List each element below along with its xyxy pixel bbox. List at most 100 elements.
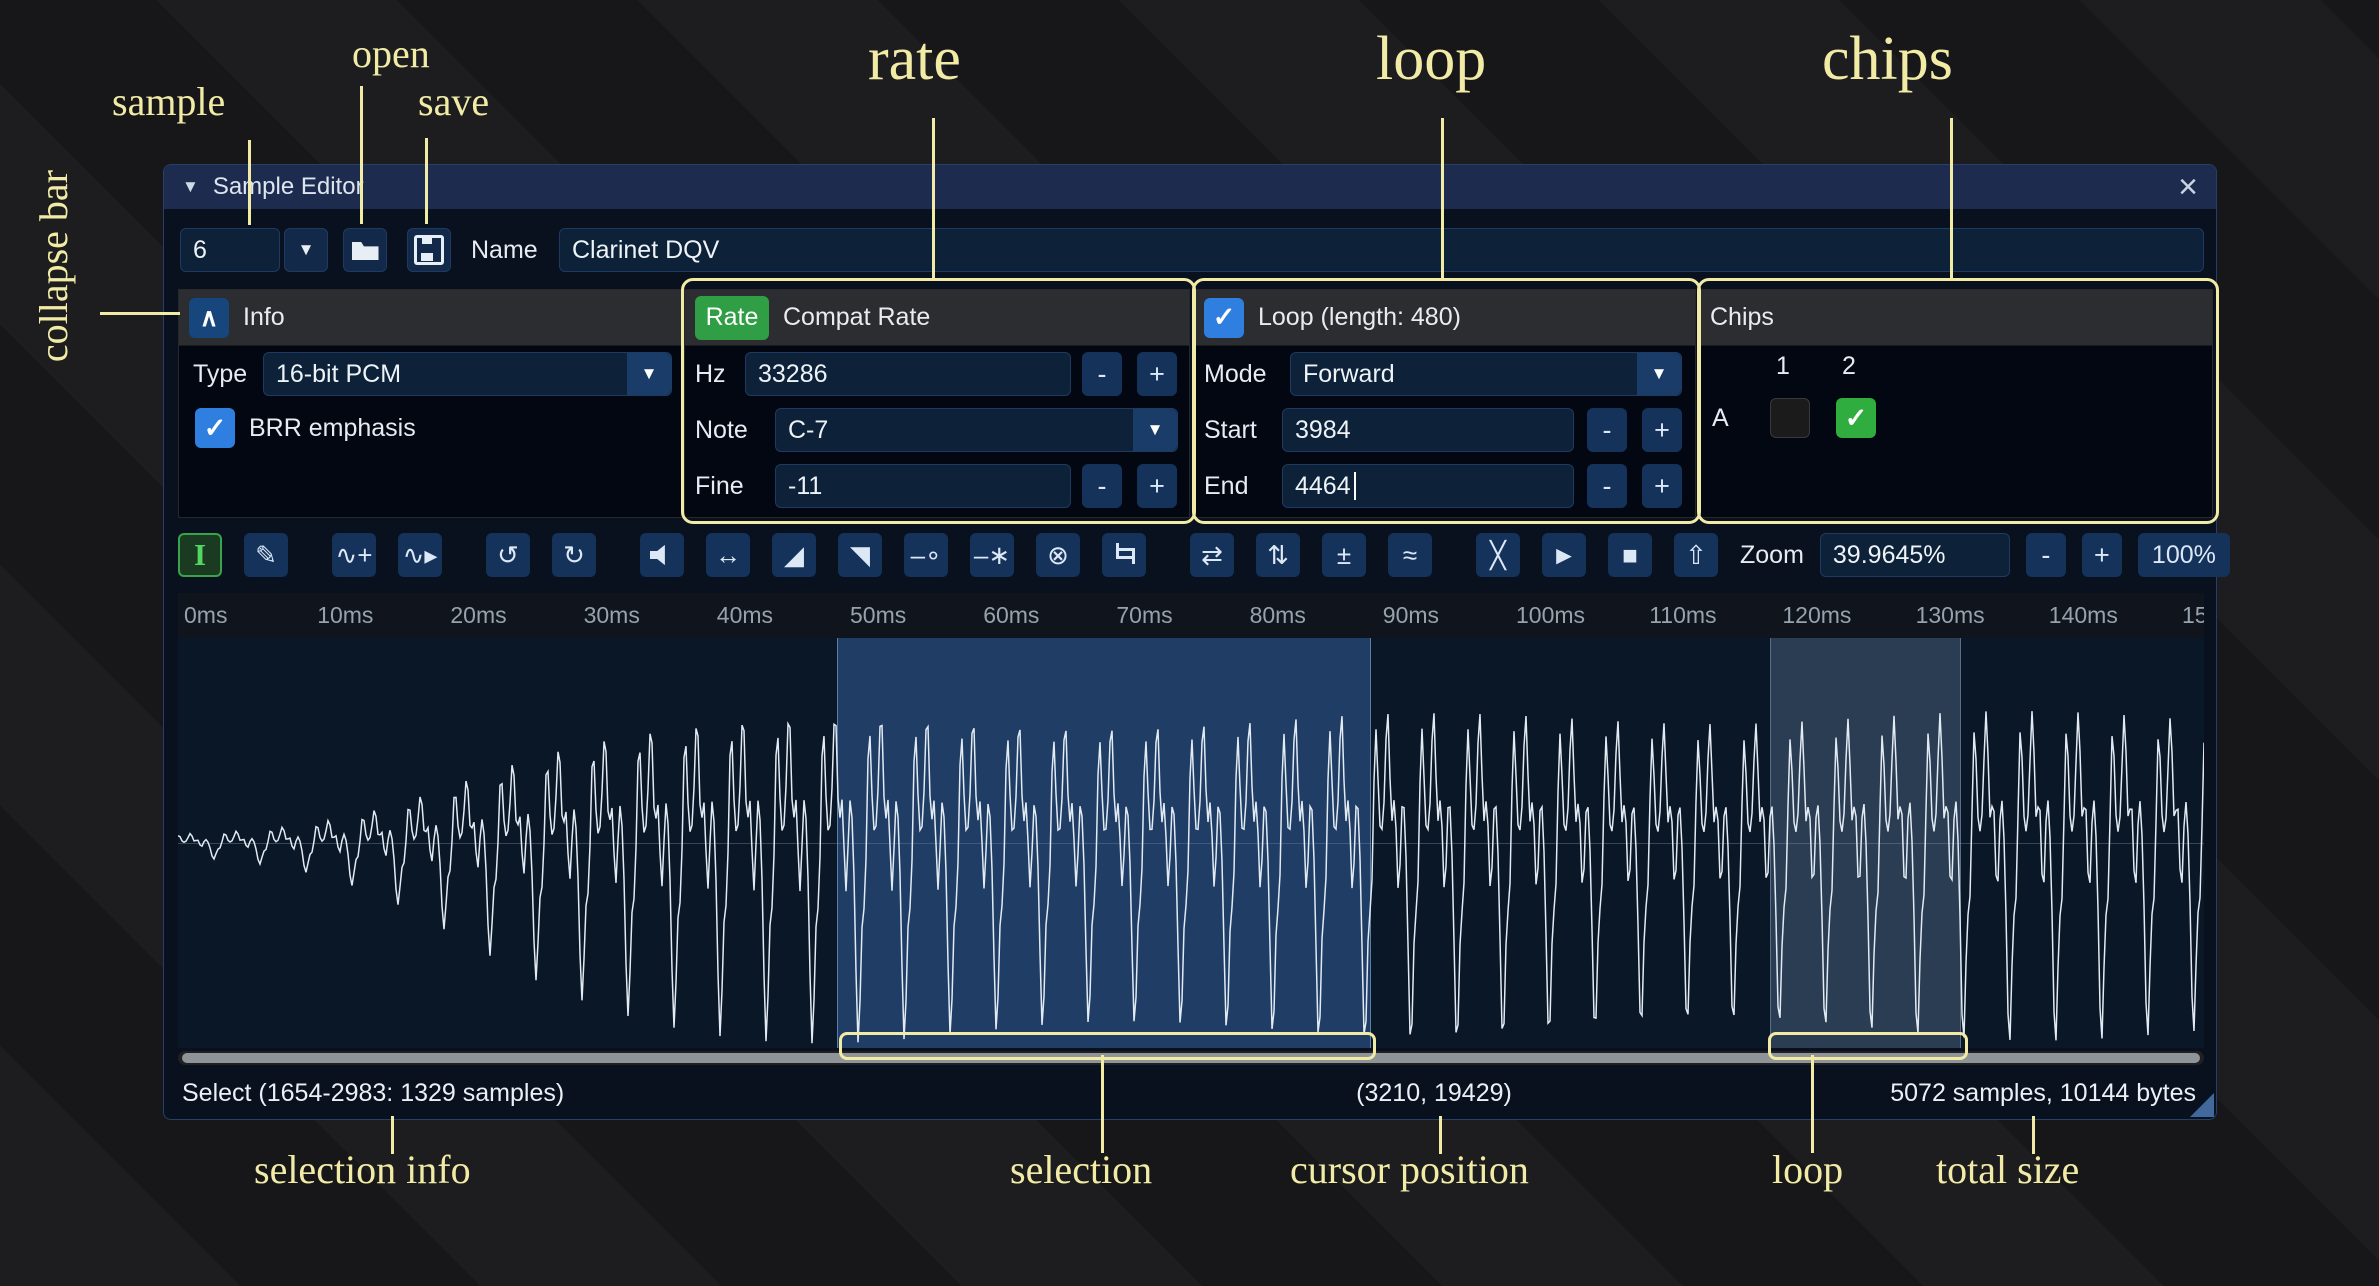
zoom-input[interactable]: 39.9645%	[1820, 533, 2010, 577]
resize-button[interactable]: ∿+	[332, 533, 376, 577]
hz-plus-button[interactable]: +	[1137, 352, 1177, 396]
text-caret	[1354, 472, 1356, 500]
delete-button[interactable]: ⊗	[1036, 533, 1080, 577]
timeline-label: 100ms	[1516, 602, 1585, 629]
chip-column-1-label: 1	[1776, 348, 1790, 384]
preview-button[interactable]: ►	[1542, 533, 1586, 577]
undo-button[interactable]: ↺	[486, 533, 530, 577]
fade-out-icon: ◥	[850, 540, 870, 571]
callout-line-sample	[248, 140, 251, 225]
upload-button[interactable]: ⇧	[1674, 533, 1718, 577]
chevron-down-icon[interactable]: ▼	[1133, 409, 1177, 451]
timeline-label: 130ms	[1916, 602, 1985, 629]
chip-a1-checkbox[interactable]	[1770, 398, 1810, 438]
sample-number-dropdown-button[interactable]: ▼	[284, 228, 328, 272]
fade-in-button[interactable]: ◢	[772, 533, 816, 577]
callout-line-selection	[1101, 1055, 1104, 1153]
select-mode-button[interactable]: I	[178, 533, 222, 577]
delete-x-icon: ⊗	[1047, 540, 1069, 571]
start-plus-button[interactable]: +	[1642, 408, 1682, 452]
timeline-label: 60ms	[983, 602, 1039, 629]
resample-button[interactable]: ∿▸	[398, 533, 442, 577]
annotation-collapse-bar: collapse bar	[30, 170, 77, 362]
total-size-text: 5072 samples, 10144 bytes	[1890, 1079, 2196, 1108]
sign-button[interactable]: ±	[1322, 533, 1366, 577]
cross-icon: ╳	[1490, 540, 1506, 571]
invert-button[interactable]: ⇅	[1256, 533, 1300, 577]
chip-a2-checkbox[interactable]: ✓	[1836, 398, 1876, 438]
loop-mode-dropdown[interactable]: Forward ▼	[1290, 352, 1682, 396]
brr-emphasis-checkbox[interactable]: ✓	[195, 408, 235, 448]
crossfade-button[interactable]: ╳	[1476, 533, 1520, 577]
chip-column-2-label: 2	[1842, 348, 1856, 384]
window-collapse-icon[interactable]: ▼	[182, 177, 199, 197]
horizontal-arrows-icon: ↔	[715, 540, 741, 571]
waveform-display[interactable]	[178, 638, 2204, 1048]
zoom-value: 39.9645%	[1833, 541, 1946, 570]
type-dropdown[interactable]: 16-bit PCM ▼	[263, 352, 672, 396]
title-bar[interactable]: ▼ Sample Editor ×	[164, 165, 2216, 209]
filter-wave-icon: ≈	[1403, 540, 1417, 571]
insert-silence-button[interactable]: –∘	[904, 533, 948, 577]
amplify-button[interactable]	[640, 533, 684, 577]
info-collapse-button[interactable]: ∧	[189, 298, 229, 338]
resize-grip[interactable]	[2190, 1093, 2214, 1117]
redo-icon: ↻	[563, 540, 585, 571]
timeline-label: 110ms	[1649, 602, 1716, 629]
fine-input[interactable]: -11	[775, 464, 1071, 508]
fine-plus-button[interactable]: +	[1137, 464, 1177, 508]
horizontal-scrollbar[interactable]	[178, 1051, 2204, 1065]
zoom-controls: Zoom 39.9645% - + 100%	[1740, 533, 2230, 577]
save-sample-button[interactable]	[407, 228, 451, 272]
fine-minus-button[interactable]: -	[1082, 464, 1122, 508]
rate-button[interactable]: Rate	[695, 296, 769, 340]
zoom-minus-button[interactable]: -	[2026, 533, 2066, 577]
annotation-total-size: total size	[1936, 1146, 2079, 1193]
timeline-label: 20ms	[450, 602, 506, 629]
annotation-cursor-position: cursor position	[1290, 1146, 1529, 1193]
zoom-label: Zoom	[1740, 541, 1804, 570]
sample-number-field[interactable]: 6	[180, 228, 280, 272]
end-plus-button[interactable]: +	[1642, 464, 1682, 508]
waveform-canvas	[178, 638, 2204, 1048]
chip-row-a-label: A	[1712, 398, 1729, 438]
chevron-down-icon[interactable]: ▼	[627, 353, 671, 395]
redo-button[interactable]: ↻	[552, 533, 596, 577]
loop-end-value: 4464	[1295, 472, 1351, 501]
close-icon[interactable]: ×	[2178, 170, 2198, 204]
loop-enable-checkbox[interactable]: ✓	[1204, 298, 1244, 338]
loop-start-input[interactable]: 3984	[1282, 408, 1574, 452]
filter-button[interactable]: ≈	[1388, 533, 1432, 577]
apply-silence-button[interactable]: –∗	[970, 533, 1014, 577]
hz-input[interactable]: 33286	[745, 352, 1071, 396]
open-sample-button[interactable]	[343, 228, 387, 272]
rate-panel-header: Rate Compat Rate	[685, 290, 1189, 346]
trim-button[interactable]	[1102, 533, 1146, 577]
draw-mode-button[interactable]: ✎	[244, 533, 288, 577]
normalize-button[interactable]: ↔	[706, 533, 750, 577]
fade-out-button[interactable]: ◥	[838, 533, 882, 577]
invert-arrows-icon: ⇅	[1267, 540, 1289, 571]
end-label: End	[1204, 464, 1248, 508]
note-dropdown[interactable]: C-7 ▼	[775, 408, 1178, 452]
info-panel-title: Info	[243, 303, 285, 332]
loop-end-input[interactable]: 4464	[1282, 464, 1574, 508]
mode-label: Mode	[1204, 352, 1267, 396]
info-panel: ∧ Info Type 16-bit PCM ▼ ✓ BRR emphasis	[178, 289, 684, 518]
start-minus-button[interactable]: -	[1587, 408, 1627, 452]
play-icon: ►	[1551, 540, 1577, 571]
start-label: Start	[1204, 408, 1257, 452]
callout-line-rate	[932, 118, 935, 278]
hz-minus-button[interactable]: -	[1082, 352, 1122, 396]
zoom-plus-button[interactable]: +	[2082, 533, 2122, 577]
scrollbar-thumb[interactable]	[182, 1053, 2200, 1063]
note-value: C-7	[788, 416, 828, 445]
zoom-reset-button[interactable]: 100%	[2138, 533, 2230, 577]
stop-button[interactable]: ■	[1608, 533, 1652, 577]
chevron-down-icon[interactable]: ▼	[1637, 353, 1681, 395]
reverse-button[interactable]: ⇄	[1190, 533, 1234, 577]
end-minus-button[interactable]: -	[1587, 464, 1627, 508]
callout-line-open	[360, 86, 363, 224]
timeline-ruler[interactable]: 0ms10ms20ms30ms40ms50ms60ms70ms80ms90ms1…	[178, 593, 2204, 638]
sample-name-input[interactable]: Clarinet DQV	[559, 228, 2204, 272]
